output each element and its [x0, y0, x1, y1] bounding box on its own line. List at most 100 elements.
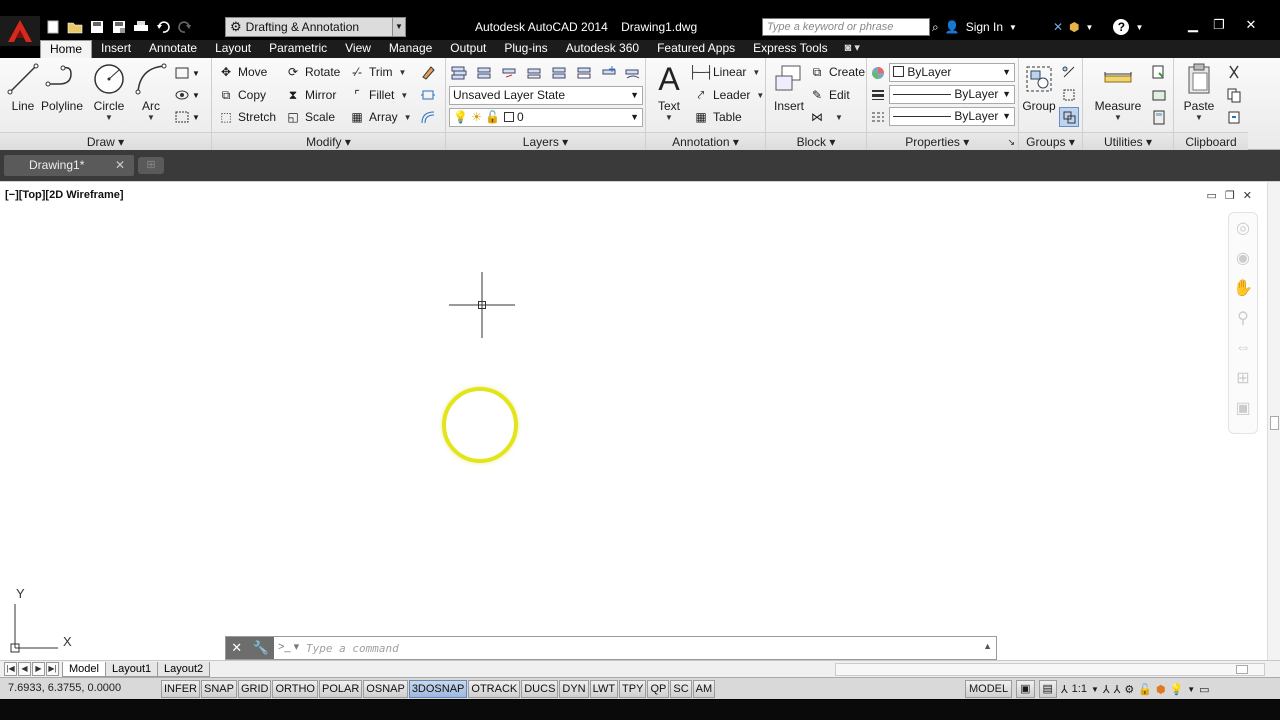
boundary-icon[interactable]	[172, 107, 192, 127]
block-panel-title[interactable]: Block ▾	[766, 132, 866, 150]
zoom-dropdown-icon[interactable]: ⇔	[1229, 333, 1257, 363]
lock-icon[interactable]: 🔓	[1138, 683, 1152, 696]
close-icon[interactable]: ✕	[1243, 189, 1252, 202]
group-selection-icon[interactable]	[1059, 107, 1079, 127]
modify-panel-title[interactable]: Modify ▾	[212, 132, 445, 150]
toggle-dyn[interactable]: DYN	[559, 680, 589, 698]
help-icon[interactable]: ?	[1113, 19, 1130, 35]
calculator-icon[interactable]	[1149, 107, 1169, 127]
search-input[interactable]	[762, 18, 930, 36]
measure-button[interactable]: Measure ▼	[1093, 62, 1143, 122]
tab-insert[interactable]: Insert	[92, 40, 140, 58]
annotation-visibility-icon[interactable]: ⅄	[1103, 683, 1110, 696]
horizontal-scrollbar-thumb[interactable]	[1236, 665, 1248, 674]
arc-button[interactable]: Arc ▼	[128, 62, 174, 122]
trim-button[interactable]: -⁄- Trim ▼	[348, 62, 406, 82]
sign-in-link[interactable]: Sign In	[966, 20, 1003, 34]
move-button[interactable]: ✥ Move	[217, 62, 267, 82]
toggle-tpy[interactable]: TPY	[619, 680, 647, 698]
group-button[interactable]: Group	[1019, 62, 1059, 113]
copy-button[interactable]: ⧉ Copy	[217, 85, 266, 105]
tab-autodesk-360[interactable]: Autodesk 360	[557, 40, 648, 58]
minimize-icon[interactable]: ▭	[1207, 189, 1217, 202]
new-icon[interactable]	[44, 18, 62, 36]
redo-icon[interactable]	[176, 18, 194, 36]
toggle-snap[interactable]: SNAP	[201, 680, 237, 698]
minimize-icon[interactable]: ▁	[1182, 16, 1204, 34]
tab-plug-ins[interactable]: Plug-ins	[495, 40, 556, 58]
hatch-icon[interactable]	[172, 85, 192, 105]
tab-parametric[interactable]: Parametric	[260, 40, 336, 58]
tab-view[interactable]: View	[336, 40, 380, 58]
layer-freeze-icon[interactable]	[599, 63, 619, 83]
hatch-dropdown-icon[interactable]: ▼	[190, 85, 202, 105]
horizontal-scrollbar[interactable]	[835, 663, 1265, 676]
select-all-icon[interactable]	[1149, 85, 1169, 105]
paste-button[interactable]: Paste ▼	[1176, 62, 1222, 122]
trim-dropdown-icon[interactable]: ▼	[399, 68, 407, 77]
navbar-settings-icon[interactable]: ▣	[1229, 393, 1257, 423]
stretch-button[interactable]: ⬚ Stretch	[217, 107, 276, 127]
offset-icon[interactable]	[418, 107, 438, 127]
rectangle-dropdown-icon[interactable]: ▼	[190, 63, 202, 83]
groups-panel-title[interactable]: Groups ▾	[1019, 132, 1082, 150]
layer-unisolate-icon[interactable]	[574, 63, 594, 83]
tab-output[interactable]: Output	[441, 40, 495, 58]
tab-model[interactable]: Model	[62, 662, 106, 677]
layer-properties-icon[interactable]	[449, 63, 469, 83]
application-menu-button[interactable]	[0, 16, 40, 46]
tab-express-tools[interactable]: Express Tools	[744, 40, 836, 58]
toggle-qp[interactable]: QP	[647, 680, 670, 698]
annotation-panel-title[interactable]: Annotation ▾	[646, 132, 765, 150]
polyline-button[interactable]: Polyline	[39, 62, 85, 113]
tab-manage[interactable]: Manage	[380, 40, 441, 58]
rectangle-icon[interactable]	[172, 63, 192, 83]
toggle-sc[interactable]: SC	[670, 680, 692, 698]
vertical-scrollbar[interactable]	[1267, 182, 1280, 661]
leader-button[interactable]: ⤤ Leader ▼	[692, 85, 765, 105]
fillet-button[interactable]: ⌜ Fillet ▼	[348, 85, 408, 105]
undo-icon[interactable]	[154, 18, 172, 36]
rotate-button[interactable]: ⟳ Rotate	[284, 62, 340, 82]
first-layout-icon[interactable]: |◀	[4, 662, 17, 676]
layer-state-dropdown[interactable]: Unsaved Layer State ▼	[449, 86, 643, 105]
next-layout-icon[interactable]: ▶	[32, 662, 45, 676]
last-layout-icon[interactable]: ▶|	[46, 662, 59, 676]
auto-scale-icon[interactable]: ⅄	[1114, 683, 1121, 696]
open-icon[interactable]	[66, 18, 84, 36]
drawing-area[interactable]: [−][Top][2D Wireframe] ▭ ❐ ✕ ◎ ◉ ✋ ⚲ ⇔ ⊞…	[0, 181, 1280, 661]
cut-icon[interactable]	[1224, 62, 1244, 82]
tab-layout[interactable]: Layout	[206, 40, 260, 58]
arc-dropdown-icon[interactable]: ▼	[128, 113, 174, 122]
layers-panel-title[interactable]: Layers ▾	[446, 132, 645, 150]
help-chevron-icon[interactable]: ▼	[1135, 23, 1143, 32]
tab-featured-apps[interactable]: Featured Apps	[648, 40, 744, 58]
erase-icon[interactable]	[418, 62, 438, 82]
toggle-otrack[interactable]: OTRACK	[468, 680, 521, 698]
toggle-am[interactable]: AM	[692, 680, 716, 698]
vertical-scrollbar-thumb[interactable]	[1270, 416, 1279, 430]
showmotion-icon[interactable]: ⊞	[1229, 363, 1257, 393]
tab-layout2[interactable]: Layout2	[157, 662, 211, 677]
previous-layout-icon[interactable]: ◀	[18, 662, 31, 676]
command-input[interactable]	[306, 639, 976, 657]
annotation-scale-value[interactable]: 1:1	[1072, 683, 1087, 695]
new-drawing-tab-button[interactable]: ⊞	[138, 157, 164, 174]
explode-icon[interactable]	[418, 85, 438, 105]
linear-dropdown-icon[interactable]: ▼	[752, 68, 760, 77]
toggle-polar[interactable]: POLAR	[319, 680, 363, 698]
scale-button[interactable]: ◱ Scale	[284, 107, 335, 127]
toggle-3dosnap[interactable]: 3DOSNAP	[408, 680, 468, 698]
linear-dimension-button[interactable]: ├─┤ Linear ▼	[688, 62, 760, 82]
ungroup-icon[interactable]	[1059, 62, 1079, 82]
edit-attributes-button[interactable]: ⋈ ▼	[808, 107, 843, 127]
customize-qat-button[interactable]: ▼	[392, 17, 406, 37]
measure-dropdown-icon[interactable]: ▼	[1093, 113, 1143, 122]
workspace-dropdown[interactable]: ⚙ Drafting & Annotation ▼	[225, 17, 405, 37]
orbit-icon[interactable]: ◉	[1229, 243, 1257, 273]
draw-panel-title[interactable]: Draw ▾	[0, 132, 211, 150]
text-dropdown-icon[interactable]: ▼	[646, 113, 692, 122]
group-edit-icon[interactable]	[1059, 85, 1079, 105]
layer-dropdown[interactable]: 💡 ☀ 🔓 0 ▼	[449, 108, 643, 127]
edit-block-button[interactable]: ✎ Edit	[808, 85, 850, 105]
